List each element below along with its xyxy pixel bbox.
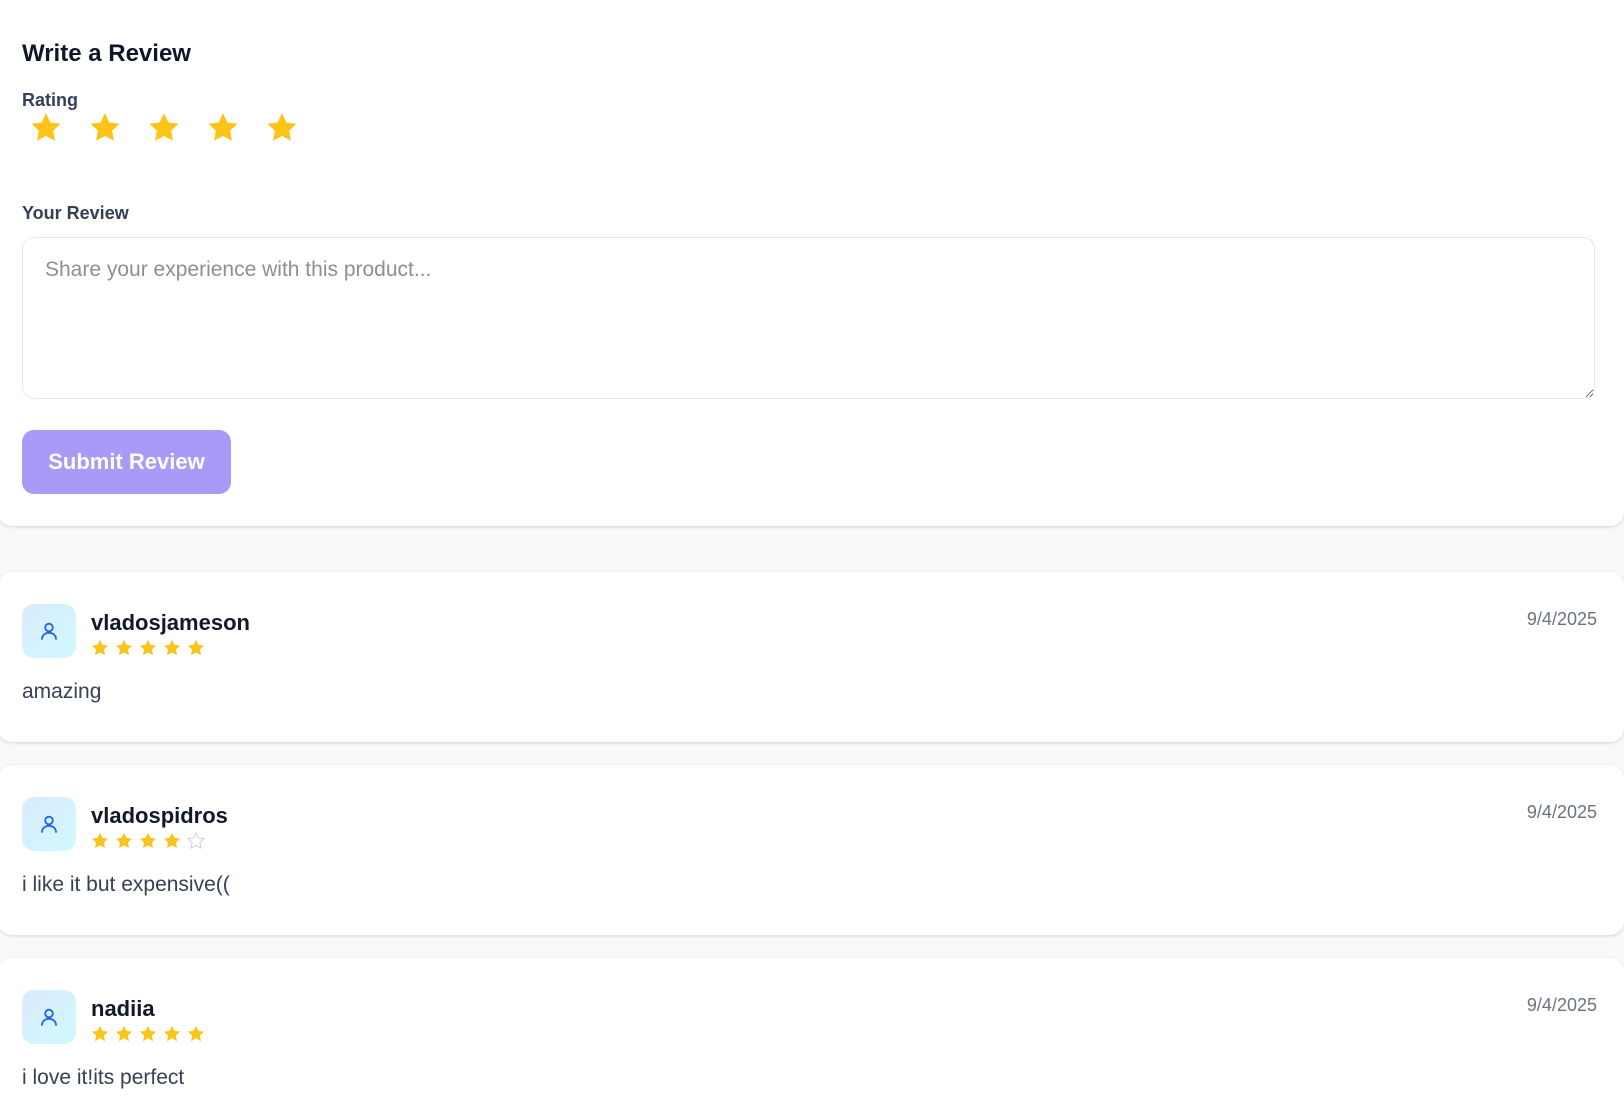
review-text: i like it but expensive((	[22, 873, 230, 896]
review-rating-stars	[90, 638, 206, 658]
review-date: 9/4/2025	[1526, 802, 1597, 822]
user-avatar	[22, 990, 76, 1044]
review-date: 9/4/2025	[1526, 995, 1597, 1015]
review-text: amazing	[22, 680, 102, 703]
star-filled-icon	[90, 1024, 110, 1044]
star-filled-icon	[162, 1024, 182, 1044]
review-rating-stars	[90, 831, 206, 851]
star-filled-icon	[138, 638, 158, 658]
submit-review-button[interactable]: Submit Review	[22, 430, 231, 494]
star-filled-icon	[114, 831, 134, 851]
star-empty-icon	[186, 831, 206, 851]
review-textarea[interactable]	[22, 237, 1595, 399]
review-card: vladosjameson 9/4/2025 amazing	[0, 572, 1624, 742]
review-card: vladospidros 9/4/2025 i like it but expe…	[0, 765, 1624, 935]
star-filled-icon	[138, 831, 158, 851]
rating-label: Rating	[22, 90, 78, 110]
reviewer-name: vladospidros	[91, 803, 228, 828]
rating-star-1[interactable]	[28, 110, 64, 146]
star-filled-icon	[138, 1024, 158, 1044]
reviewer-name: nadiia	[91, 996, 155, 1021]
reviewer-name: vladosjameson	[91, 610, 250, 635]
star-filled-icon	[186, 1024, 206, 1044]
user-avatar	[22, 604, 76, 658]
rating-star-4[interactable]	[205, 110, 241, 146]
star-filled-icon	[90, 831, 110, 851]
user-icon	[37, 619, 61, 643]
user-icon	[37, 812, 61, 836]
star-filled-icon	[186, 638, 206, 658]
star-filled-icon	[162, 638, 182, 658]
write-review-title: Write a Review	[22, 40, 191, 67]
user-avatar	[22, 797, 76, 851]
user-icon	[37, 1005, 61, 1029]
your-review-label: Your Review	[22, 203, 129, 223]
star-filled-icon	[90, 638, 110, 658]
reviews-page: Write a Review Rating Your Review Submit…	[0, 0, 1624, 1120]
review-rating-stars	[90, 1024, 206, 1044]
write-review-card: Write a Review Rating Your Review Submit…	[0, 0, 1624, 526]
star-filled-icon	[114, 638, 134, 658]
review-text: i love it!its perfect	[22, 1066, 185, 1089]
rating-star-2[interactable]	[87, 110, 123, 146]
review-card: nadiia 9/4/2025 i love it!its perfect	[0, 958, 1624, 1120]
star-filled-icon	[114, 1024, 134, 1044]
rating-star-3[interactable]	[146, 110, 182, 146]
star-filled-icon	[162, 831, 182, 851]
rating-star-5[interactable]	[264, 110, 300, 146]
rating-stars	[28, 110, 300, 146]
review-date: 9/4/2025	[1526, 609, 1597, 629]
